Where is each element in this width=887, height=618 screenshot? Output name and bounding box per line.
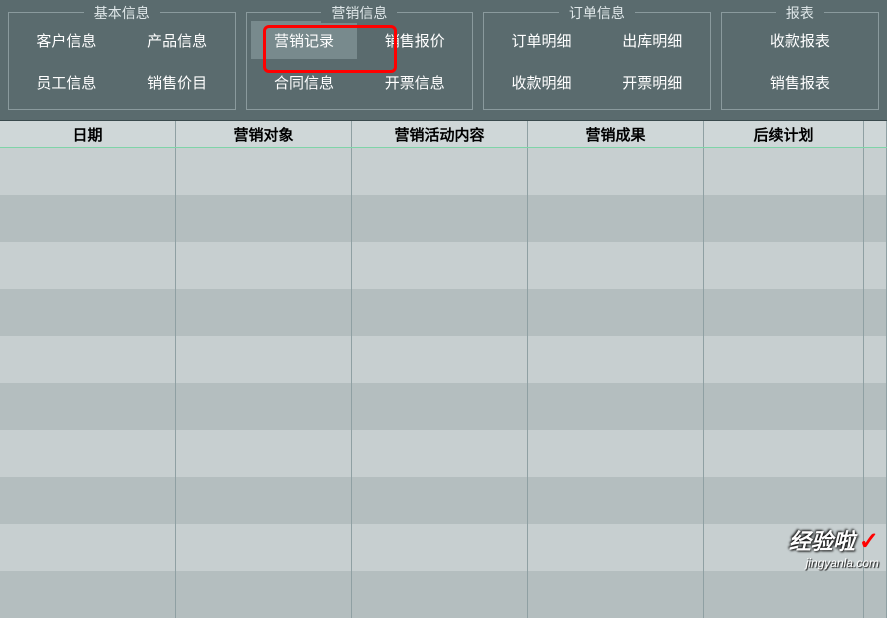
th-date[interactable]: 日期 [0,121,176,147]
group-body: 营销记录 销售报价 合同信息 开票信息 [247,13,473,109]
nav-payment-detail[interactable]: 收款明细 [488,63,595,101]
nav-invoice-detail[interactable]: 开票明细 [599,63,706,101]
group-title-marketing: 营销信息 [321,3,397,23]
group-body: 客户信息 产品信息 员工信息 销售价目 [9,13,235,109]
nav-employee-info[interactable]: 员工信息 [13,63,120,101]
th-plan[interactable]: 后续计划 [704,121,864,147]
table-row[interactable] [0,195,887,242]
th-result[interactable]: 营销成果 [528,121,704,147]
nav-invoice-info[interactable]: 开票信息 [361,63,468,101]
group-body: 收款报表 销售报表 [722,13,878,109]
table-row[interactable] [0,383,887,430]
nav-sales-report[interactable]: 销售报表 [726,63,874,101]
top-nav-bar: 基本信息 客户信息 产品信息 员工信息 销售价目 营销信息 营销记录 销售报价 … [0,0,887,120]
table-row[interactable] [0,336,887,383]
nav-customer-info[interactable]: 客户信息 [13,21,120,59]
th-extra[interactable] [864,121,887,147]
group-title-order: 订单信息 [559,3,635,23]
table-row[interactable] [0,148,887,195]
table-row[interactable] [0,242,887,289]
table-row[interactable] [0,477,887,524]
nav-group-report: 报表 收款报表 销售报表 [721,12,879,110]
nav-payment-report[interactable]: 收款报表 [726,21,874,59]
nav-product-info[interactable]: 产品信息 [124,21,231,59]
nav-group-order: 订单信息 订单明细 出库明细 收款明细 开票明细 [483,12,711,110]
check-icon: ✓ [859,528,879,555]
watermark: 经验啦✓ jingyanla.com [789,524,879,570]
watermark-text: 经验啦 [789,529,855,554]
nav-contract-info[interactable]: 合同信息 [251,63,358,101]
watermark-url: jingyanla.com [789,556,879,570]
table-row[interactable] [0,289,887,336]
nav-outbound-detail[interactable]: 出库明细 [599,21,706,59]
table-row[interactable] [0,430,887,477]
nav-marketing-record[interactable]: 营销记录 [251,21,358,59]
nav-price-list[interactable]: 销售价目 [124,63,231,101]
table-row[interactable] [0,571,887,618]
table-body [0,148,887,618]
th-target[interactable]: 营销对象 [176,121,352,147]
nav-order-detail[interactable]: 订单明细 [488,21,595,59]
group-body: 订单明细 出库明细 收款明细 开票明细 [484,13,710,109]
nav-group-marketing: 营销信息 营销记录 销售报价 合同信息 开票信息 [246,12,474,110]
table-row[interactable] [0,524,887,571]
group-title-report: 报表 [776,3,824,23]
table-header-row: 日期 营销对象 营销活动内容 营销成果 后续计划 [0,120,887,148]
nav-sales-quote[interactable]: 销售报价 [361,21,468,59]
data-table: 日期 营销对象 营销活动内容 营销成果 后续计划 [0,120,887,618]
th-content[interactable]: 营销活动内容 [352,121,528,147]
group-title-basic: 基本信息 [84,3,160,23]
nav-group-basic: 基本信息 客户信息 产品信息 员工信息 销售价目 [8,12,236,110]
